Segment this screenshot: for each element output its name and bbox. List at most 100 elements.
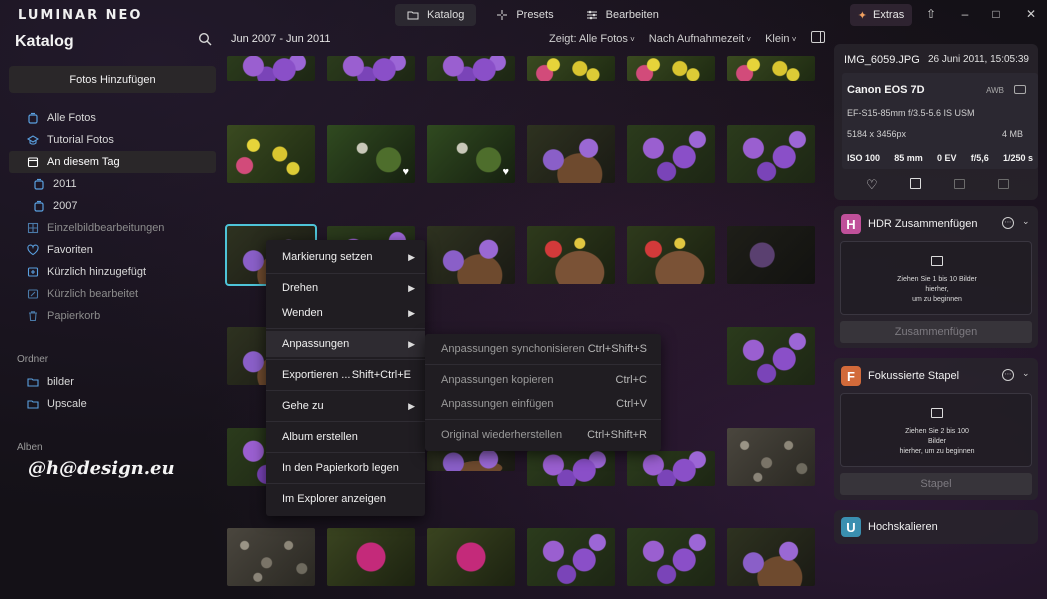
filter-size-dropdown[interactable]: Klein [765, 33, 796, 45]
photo-thumbnail[interactable] [727, 428, 815, 486]
photo-thumbnail[interactable] [227, 528, 315, 586]
photo-thumbnail[interactable] [627, 528, 715, 586]
photo-thumbnail[interactable] [227, 56, 315, 81]
heart-icon[interactable]: ♥ [402, 166, 409, 178]
heart-icon[interactable]: ♡ [866, 177, 878, 193]
menu-item-album-erstellen[interactable]: Album erstellen [266, 424, 425, 450]
sidebar-item-kuerzlich-hinzugefuegt[interactable]: Kürzlich hinzugefügt [9, 261, 216, 283]
submenu-item-kopieren[interactable]: Anpassungen kopieren Ctrl+C [425, 367, 661, 393]
photo-thumbnail[interactable] [627, 226, 715, 284]
filter-sort-dropdown[interactable]: Nach Aufnahmezeit [649, 33, 751, 45]
focus-stack-tool-header[interactable]: F Fokussierte Stapel ⋯ ⌄ [834, 360, 1038, 392]
menu-item-wenden[interactable]: Wenden ▶ [266, 300, 425, 326]
menu-item-label: Exportieren ... [282, 369, 351, 381]
sidebar-item-einzelbildbearbeitungen[interactable]: Einzelbildbearbeitungen [9, 217, 216, 239]
photo-thumbnail[interactable]: ♥ [327, 125, 415, 183]
sliders-icon [586, 10, 597, 20]
search-icon[interactable] [198, 32, 212, 46]
sidebar-item-2007[interactable]: 2007 [9, 195, 216, 217]
photo-thumbnail[interactable] [227, 125, 315, 183]
menu-divider [266, 390, 425, 391]
extras-label: Extras [873, 9, 905, 21]
extras-button[interactable]: ✦ Extras [850, 4, 912, 26]
sidebar-item-label: An diesem Tag [47, 156, 120, 168]
photo-thumbnail[interactable] [727, 327, 815, 385]
add-photos-button[interactable]: Fotos Hinzufügen [9, 66, 216, 93]
photo-thumbnail[interactable] [527, 528, 615, 586]
photo-thumbnail[interactable] [527, 56, 615, 81]
menu-item-label: Wenden [282, 307, 323, 319]
hdr-dropzone[interactable]: Ziehen Sie 1 bis 10 Bilder hierher, um z… [840, 241, 1032, 315]
photo-thumbnail[interactable] [627, 56, 715, 81]
photo-thumbnail[interactable] [727, 226, 815, 284]
tab-bearbeiten[interactable]: Bearbeiten [574, 4, 671, 26]
heart-icon[interactable]: ♥ [502, 166, 509, 178]
sidebar-item-label: Favoriten [47, 244, 93, 256]
share-icon[interactable]: ⇧ [924, 7, 938, 21]
sidebar-item-an-diesem-tag[interactable]: An diesem Tag [9, 151, 216, 173]
menu-item-shortcut: Shift+Ctrl+E [351, 369, 411, 381]
photo-thumbnail[interactable] [427, 528, 515, 586]
menu-item-papierkorb-legen[interactable]: In den Papierkorb legen [266, 455, 425, 481]
photo-thumbnail[interactable] [427, 451, 515, 471]
menu-item-anpassungen[interactable]: Anpassungen ▶ [266, 331, 425, 357]
duplicate-icon[interactable] [998, 179, 1009, 189]
photo-thumbnail[interactable] [727, 528, 815, 586]
compare-icon[interactable] [954, 179, 965, 189]
merge-button[interactable]: Zusammenfügen [840, 321, 1032, 343]
menu-item-markierung-setzen[interactable]: Markierung setzen ▶ [266, 244, 425, 270]
stack-button[interactable]: Stapel [840, 473, 1032, 495]
menu-item-drehen[interactable]: Drehen ▶ [266, 275, 425, 301]
exif-iso: ISO 100 [847, 153, 881, 163]
more-options-icon[interactable]: ⋯ [1002, 369, 1014, 381]
panel-toggle-icon[interactable] [811, 31, 825, 43]
photo-thumbnail[interactable] [427, 226, 515, 284]
submenu-item-original-wiederherstellen[interactable]: Original wiederherstellen Ctrl+Shift+R [425, 422, 661, 448]
minimize-button[interactable]: – [958, 7, 972, 21]
close-button[interactable]: ✕ [1024, 7, 1038, 21]
photo-thumbnail[interactable] [727, 56, 815, 81]
more-options-icon[interactable]: ⋯ [1002, 217, 1014, 229]
maximize-button[interactable]: □ [989, 7, 1003, 21]
menu-item-gehe-zu[interactable]: Gehe zu ▶ [266, 393, 425, 419]
app-logo: LUMINAR NEO [18, 8, 143, 23]
folder-icon [27, 400, 39, 409]
tab-presets[interactable]: Presets [484, 4, 565, 26]
sidebar-item-kuerzlich-bearbeitet[interactable]: Kürzlich bearbeitet [9, 283, 216, 305]
submenu-item-einfuegen[interactable]: Anpassungen einfügen Ctrl+V [425, 391, 661, 417]
filter-show-dropdown[interactable]: Zeigt: Alle Fotos [549, 33, 635, 45]
folder-item-bilder[interactable]: bilder [9, 371, 216, 393]
photo-thumbnail[interactable] [527, 125, 615, 183]
folder-item-upscale[interactable]: Upscale [9, 393, 216, 415]
submenu-item-synchonisieren[interactable]: Anpassungen synchonisieren Ctrl+Shift+S [425, 336, 661, 362]
hdr-tool-header[interactable]: H HDR Zusammenfügen ⋯ ⌄ [834, 208, 1038, 240]
upscale-tool-card[interactable]: U Hochskalieren [834, 510, 1038, 544]
tab-katalog[interactable]: Katalog [395, 4, 477, 26]
chevron-down-icon[interactable]: ⌄ [1022, 368, 1030, 379]
sidebar-item-2011[interactable]: 2011 [9, 173, 216, 195]
sidebar-item-favoriten[interactable]: Favoriten [9, 239, 216, 261]
chevron-right-icon: ▶ [408, 400, 415, 411]
chevron-right-icon: ▶ [408, 282, 415, 293]
menu-item-exportieren[interactable]: Exportieren ... Shift+Ctrl+E [266, 362, 425, 388]
photo-thumbnail[interactable] [327, 56, 415, 81]
menu-item-im-explorer-anzeigen[interactable]: Im Explorer anzeigen [266, 486, 425, 512]
photo-thumbnail[interactable] [527, 226, 615, 284]
tab-label: Katalog [427, 9, 465, 21]
focus-stack-dropzone[interactable]: Ziehen Sie 2 bis 100 Bilder hierher, um … [840, 393, 1032, 467]
photo-thumbnail[interactable] [627, 451, 715, 486]
photo-thumbnail[interactable] [527, 451, 615, 486]
photo-thumbnail[interactable] [427, 56, 515, 81]
photo-thumbnail[interactable] [327, 528, 415, 586]
menu-divider [266, 328, 425, 329]
sidebar-item-tutorial-fotos[interactable]: Tutorial Fotos [9, 129, 216, 151]
file-name: IMG_6059.JPG [844, 54, 920, 66]
share-icon[interactable] [910, 178, 921, 189]
chevron-down-icon[interactable]: ⌄ [1022, 216, 1030, 227]
photo-thumbnail[interactable] [727, 125, 815, 183]
submenu-item-shortcut: Ctrl+Shift+S [587, 343, 647, 355]
sidebar-item-papierkorb[interactable]: Papierkorb [9, 305, 216, 327]
photo-thumbnail[interactable]: ♥ [427, 125, 515, 183]
sidebar-item-alle-fotos[interactable]: Alle Fotos [9, 107, 216, 129]
photo-thumbnail[interactable] [627, 125, 715, 183]
